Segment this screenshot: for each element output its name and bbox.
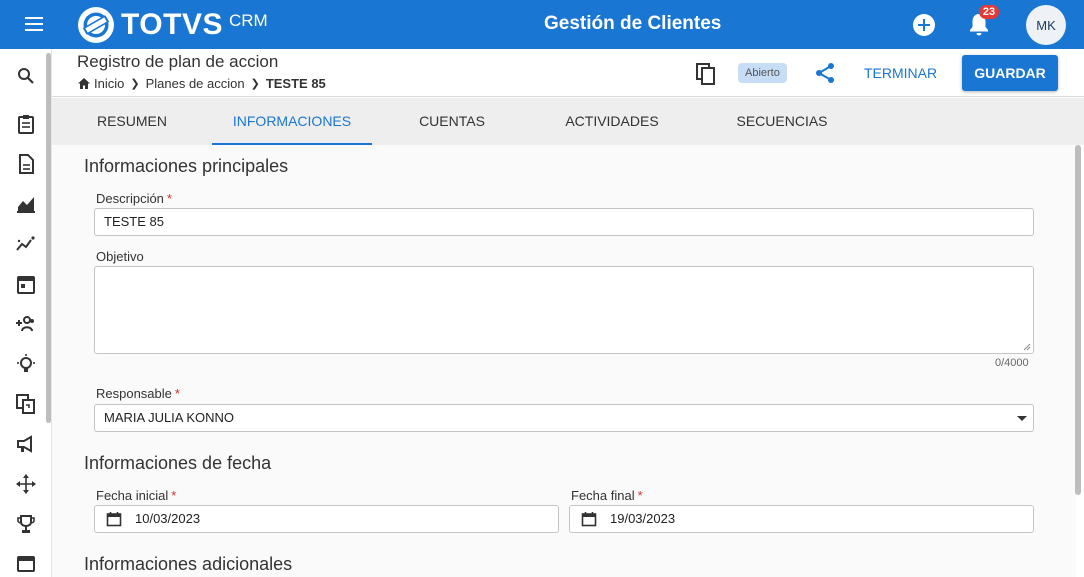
tab-cuentas[interactable]: CUENTAS	[392, 98, 512, 145]
fecha-inicial-label: Fecha inicial *	[96, 488, 176, 503]
document-icon[interactable]	[15, 153, 37, 175]
menu-icon[interactable]	[22, 14, 48, 36]
tab-secuencias[interactable]: SECUENCIAS	[712, 98, 852, 145]
add-group-icon[interactable]	[15, 313, 37, 335]
form-content: Informaciones principales Descripción * T…	[52, 145, 1076, 577]
page-title: Registro de plan de accion	[77, 52, 279, 71]
avatar[interactable]: MK	[1026, 5, 1066, 45]
chevron-right-icon: ❯	[250, 78, 260, 90]
terminar-button[interactable]: TERMINAR	[864, 62, 937, 84]
required-mark: *	[637, 488, 643, 503]
fecha-inicial-label-text: Fecha inicial	[96, 488, 169, 503]
tab-actividades[interactable]: ACTIVIDADES	[542, 98, 682, 145]
breadcrumb-current: TESTE 85	[265, 76, 326, 91]
sidebar-scrollbar[interactable]	[46, 53, 51, 423]
app-title: Gestión de Clientes	[544, 13, 722, 34]
breadcrumb-home[interactable]: Inicio	[94, 76, 124, 91]
caret-down-icon	[1017, 416, 1027, 421]
objetivo-counter: 0/4000	[995, 357, 1029, 369]
share-icon[interactable]	[814, 62, 836, 84]
move-arrows-icon[interactable]	[15, 473, 37, 495]
trophy-icon[interactable]	[15, 513, 37, 535]
chevron-right-icon: ❯	[130, 78, 140, 90]
content-scrollbar[interactable]	[1075, 145, 1081, 495]
home-icon	[78, 78, 90, 89]
section-main-title: Informaciones principales	[84, 156, 289, 176]
tab-informaciones[interactable]: INFORMACIONES	[212, 98, 372, 145]
objetivo-textarea[interactable]	[94, 266, 1034, 354]
required-mark: *	[166, 191, 172, 206]
fecha-final-label-text: Fecha final	[571, 488, 635, 503]
search-icon[interactable]	[15, 65, 37, 87]
sidebar	[0, 49, 52, 577]
window-icon[interactable]	[15, 553, 37, 575]
page-header: Registro de plan de accion Inicio ❯ Plan…	[52, 49, 1084, 97]
brand-name: TOTVS	[121, 8, 223, 41]
descripcion-value: TESTE 85	[104, 214, 164, 229]
calendar-icon[interactable]	[581, 511, 597, 527]
fecha-inicial-input[interactable]: 10/03/2023	[94, 505, 559, 533]
descripcion-input[interactable]: TESTE 85	[94, 208, 1034, 236]
responsable-label: Responsable *	[96, 386, 180, 401]
add-icon[interactable]	[913, 14, 935, 36]
responsable-label-text: Responsable	[96, 386, 172, 401]
area-chart-icon[interactable]	[15, 193, 37, 215]
fecha-final-input[interactable]: 19/03/2023	[569, 505, 1034, 533]
copy-icon[interactable]	[695, 62, 717, 86]
fecha-inicial-value: 10/03/2023	[135, 511, 201, 526]
lightbulb-icon[interactable]	[15, 353, 37, 375]
fecha-final-label: Fecha final *	[571, 488, 643, 503]
fecha-final-value: 19/03/2023	[610, 511, 676, 526]
objetivo-label: Objetivo	[96, 249, 144, 264]
trend-chart-icon[interactable]	[15, 233, 37, 255]
calendar-icon[interactable]	[15, 273, 37, 295]
calendar-icon[interactable]	[106, 511, 122, 527]
required-mark: *	[174, 386, 180, 401]
breadcrumb-planes[interactable]: Planes de accion	[146, 76, 245, 91]
megaphone-icon[interactable]	[15, 433, 37, 455]
logo[interactable]: TOTVS CRM	[77, 6, 268, 44]
status-badge: Abierto	[738, 63, 787, 83]
swap-documents-icon[interactable]	[15, 393, 37, 415]
guardar-button[interactable]: GUARDAR	[962, 55, 1058, 91]
clipboard-icon[interactable]	[15, 113, 37, 135]
breadcrumb: Inicio ❯ Planes de accion ❯ TESTE 85	[77, 76, 326, 91]
tab-resumen[interactable]: RESUMEN	[74, 98, 190, 145]
notification-badge: 23	[979, 5, 999, 19]
section-additional-title: Informaciones adicionales	[84, 554, 293, 574]
section-dates-title: Informaciones de fecha	[84, 453, 272, 473]
descripcion-label-text: Descripción	[96, 191, 164, 206]
resize-handle-icon[interactable]	[1023, 343, 1031, 351]
tab-bar: RESUMEN INFORMACIONES CUENTAS ACTIVIDADE…	[52, 98, 1084, 145]
totvs-logo-icon	[78, 7, 114, 43]
top-app-bar: TOTVS CRM Gestión de Clientes 23 MK	[0, 0, 1084, 49]
responsable-value: MARIA JULIA KONNO	[104, 410, 235, 425]
descripcion-label: Descripción *	[96, 191, 172, 206]
required-mark: *	[171, 488, 177, 503]
responsable-select[interactable]: MARIA JULIA KONNO	[94, 404, 1034, 432]
product-name: CRM	[228, 11, 268, 30]
